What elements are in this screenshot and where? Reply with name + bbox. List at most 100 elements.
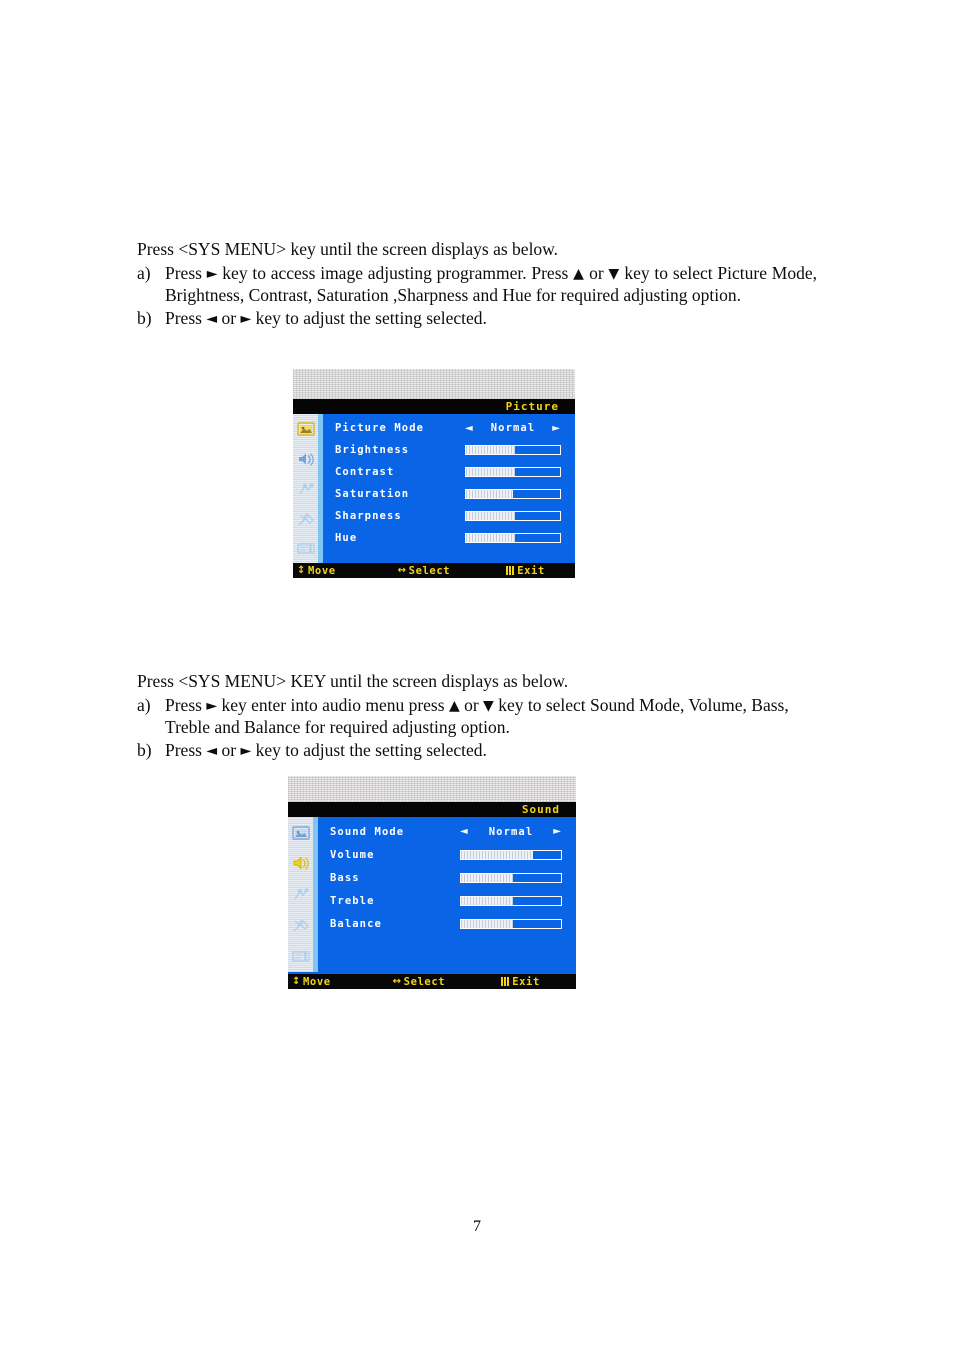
hint-move: ↕ Move (297, 565, 336, 577)
slider-volume[interactable] (460, 849, 562, 860)
sound-icon[interactable] (288, 848, 313, 879)
right-arrow-icon: ► (206, 697, 218, 714)
picture-list-item-a: a) Press ► key to access image adjusting… (137, 262, 817, 307)
slider-bass[interactable] (460, 872, 562, 883)
row-label: Sharpness (335, 510, 402, 522)
up-down-arrow-icon: ↕ (297, 564, 306, 576)
row-label: Brightness (335, 444, 410, 456)
list-text: Press ► key enter into audio menu press … (165, 694, 817, 739)
sound-icon[interactable] (293, 444, 318, 474)
sound-section-text: Press <SYS MENU> KEY until the screen di… (137, 670, 817, 761)
slider-hue[interactable] (465, 533, 561, 543)
hint-label: Move (307, 564, 336, 577)
down-arrow-icon: ▼ (608, 265, 620, 282)
screen-noise-band (288, 776, 576, 802)
list-text: Press ◄ or ► key to adjust the setting s… (165, 739, 817, 762)
row-option-value[interactable]: ◄ Normal ► (460, 826, 566, 838)
text-fragment: key to adjust the setting selected. (255, 739, 487, 760)
display-icon[interactable] (288, 941, 313, 972)
picture-icon[interactable] (293, 414, 318, 444)
osd-row-contrast[interactable]: Contrast (335, 461, 565, 483)
option-text: Normal (490, 422, 536, 434)
hint-label: Exit (512, 975, 540, 988)
osd-row-bass[interactable]: Bass (330, 866, 566, 889)
function-icon[interactable] (293, 474, 318, 504)
left-arrow-icon[interactable]: ◄ (465, 423, 474, 434)
row-label: Volume (330, 848, 375, 861)
right-arrow-icon[interactable]: ► (552, 423, 561, 434)
osd-title-bar: Picture (293, 399, 575, 414)
osd-picture-menu: Picture Picture Mode ◄ Normal ► Brightne… (293, 369, 575, 578)
osd-title: Picture (505, 400, 559, 413)
up-arrow-icon: ▲ (573, 265, 585, 282)
osd-icon-rail (293, 414, 318, 564)
right-arrow-icon[interactable]: ► (553, 826, 562, 837)
slider-treble[interactable] (460, 895, 562, 906)
slider-fill (461, 873, 513, 882)
slider-balance[interactable] (460, 918, 562, 929)
osd-row-sound-mode[interactable]: Sound Mode ◄ Normal ► (330, 820, 566, 843)
left-arrow-icon[interactable]: ◄ (460, 826, 469, 837)
right-arrow-icon: ► (240, 742, 252, 759)
slider-brightness[interactable] (465, 445, 561, 455)
row-label: Hue (335, 532, 358, 544)
sound-list-item-a: a) Press ► key enter into audio menu pre… (137, 694, 817, 739)
option-text: Normal (488, 825, 534, 838)
slider-fill (466, 446, 515, 454)
slider-contrast[interactable] (465, 467, 561, 477)
hint-exit: Exit (506, 565, 545, 577)
row-label: Sound Mode (330, 825, 405, 838)
list-marker: b) (137, 307, 152, 328)
sound-lead-line: Press <SYS MENU> KEY until the screen di… (137, 671, 569, 691)
osd-icon-rail (288, 817, 313, 972)
slider-fill (466, 512, 515, 520)
menu-bars-icon (506, 566, 516, 575)
down-arrow-icon: ▼ (483, 697, 494, 714)
text-fragment: key to access image adjusting programmer… (222, 262, 569, 283)
slider-fill (461, 850, 533, 859)
menu-bars-icon (501, 977, 511, 986)
text-fragment: Press (165, 262, 202, 283)
text-fragment: or (221, 739, 237, 760)
text-fragment: Press (165, 739, 202, 760)
hint-move: ↕ Move (292, 976, 331, 988)
osd-row-hue[interactable]: Hue (335, 527, 565, 549)
list-text: Press ► key to access image adjusting pr… (165, 262, 817, 307)
osd-row-balance[interactable]: Balance (330, 912, 566, 935)
row-label: Treble (330, 894, 375, 907)
osd-row-volume[interactable]: Volume (330, 843, 566, 866)
up-arrow-icon: ▲ (448, 697, 460, 714)
hint-label: Select (403, 975, 446, 988)
hint-select: ↔ Select (393, 976, 446, 988)
rail-accent-stripe (318, 414, 323, 564)
slider-saturation[interactable] (465, 489, 561, 499)
screen-noise-band (293, 369, 575, 399)
osd-row-treble[interactable]: Treble (330, 889, 566, 912)
tools-icon[interactable] (293, 504, 318, 534)
left-arrow-icon: ◄ (206, 742, 218, 759)
picture-list-item-b: b) Press ◄ or ► key to adjust the settin… (137, 307, 817, 330)
picture-icon[interactable] (288, 817, 313, 848)
left-arrow-icon: ◄ (206, 310, 218, 327)
osd-hint-bar: ↕ Move ↔ Select Exit (288, 974, 576, 989)
osd-row-saturation[interactable]: Saturation (335, 483, 565, 505)
osd-row-picture-mode[interactable]: Picture Mode ◄ Normal ► (335, 417, 565, 439)
picture-lead-line: Press <SYS MENU> key until the screen di… (137, 239, 559, 259)
hint-select: ↔ Select (398, 565, 451, 577)
osd-title-bar: Sound (288, 802, 576, 817)
text-fragment: or (589, 262, 604, 283)
row-option-value[interactable]: ◄ Normal ► (465, 422, 565, 434)
tools-icon[interactable] (288, 910, 313, 941)
row-label: Contrast (335, 466, 395, 478)
osd-row-sharpness[interactable]: Sharpness (335, 505, 565, 527)
text-fragment: key to adjust the setting selected. (255, 307, 487, 328)
osd-title: Sound (521, 803, 560, 816)
row-label: Saturation (335, 488, 410, 500)
left-right-arrow-icon: ↔ (392, 975, 402, 987)
display-icon[interactable] (293, 534, 318, 564)
slider-sharpness[interactable] (465, 511, 561, 521)
function-icon[interactable] (288, 879, 313, 910)
hint-label: Select (408, 564, 451, 577)
osd-row-brightness[interactable]: Brightness (335, 439, 565, 461)
slider-fill (461, 896, 513, 905)
